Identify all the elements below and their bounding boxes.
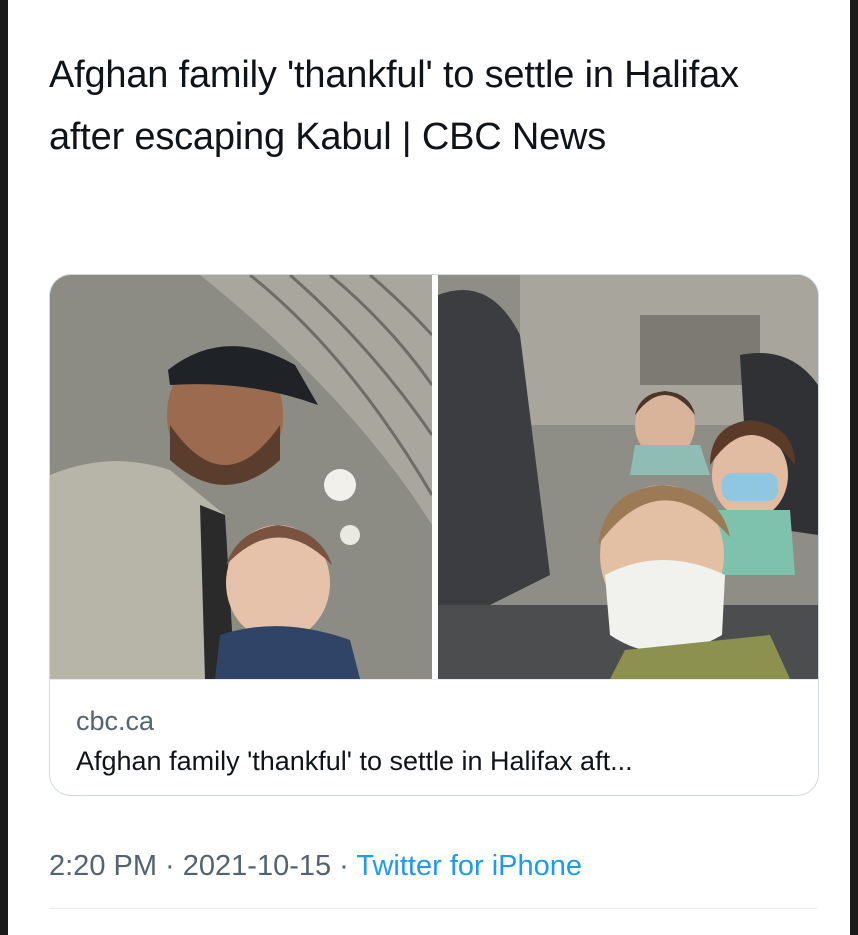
divider [49,908,817,909]
meta-separator: · [331,850,357,882]
meta-separator: · [157,850,183,882]
link-card-meta[interactable]: cbc.ca Afghan family 'thankful' to settl… [50,679,818,795]
link-card-title: Afghan family 'thankful' to settle in Ha… [76,746,633,776]
link-card-image[interactable] [50,275,818,679]
tweet-meta: 2:20 PM · 2021-10-15 · Twitter for iPhon… [49,850,582,883]
link-card-domain: cbc.ca [76,706,155,736]
aircraft-photo-collage [50,275,818,679]
tweet-text: Afghan family 'thankful' to settle in Ha… [49,54,739,158]
tweet-source-link[interactable]: Twitter for iPhone [356,850,582,882]
tweet-time[interactable]: 2:20 PM [49,850,157,882]
tweet-detail: Afghan family 'thankful' to settle in Ha… [8,0,850,935]
link-preview-card[interactable]: cbc.ca Afghan family 'thankful' to settl… [49,274,819,796]
tweet-date[interactable]: 2021-10-15 [183,850,331,882]
